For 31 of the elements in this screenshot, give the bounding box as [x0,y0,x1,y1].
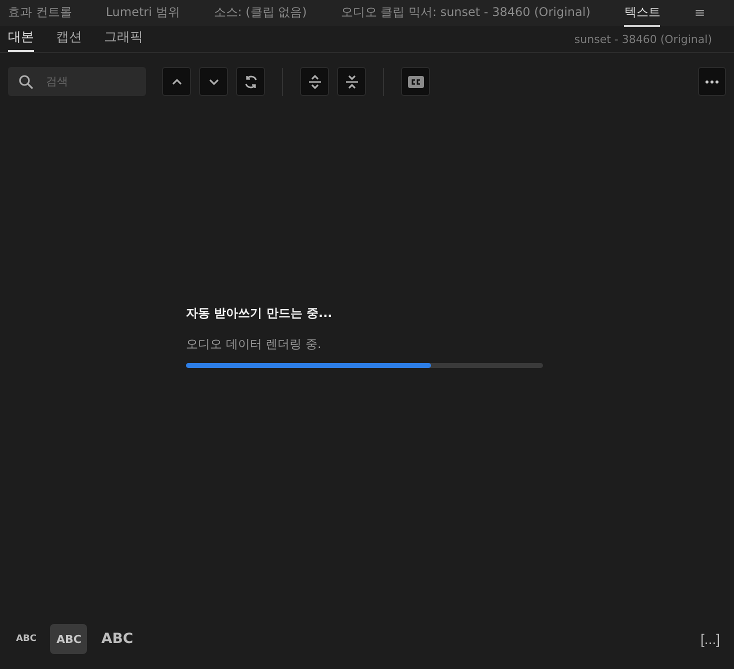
search-icon [18,74,34,90]
refresh-icon [242,74,258,90]
tab[interactable]: 캡션 [56,28,82,52]
expand-button[interactable] [300,67,329,96]
panel-tab[interactable]: 오디오 클립 믹서: sunset - 38460 (Original) [340,0,590,26]
refresh-button[interactable] [236,67,265,96]
text-size-button[interactable]: ABC [10,624,42,654]
bracket-button[interactable]: [...] [696,631,724,647]
progress-status: 오디오 데이터 렌더링 중. [186,336,322,353]
tab[interactable]: 그래픽 [104,28,143,52]
search-box[interactable]: 검색 [8,67,146,96]
panel-tab[interactable]: Lumetri 범위 [106,0,180,26]
more-icon [705,80,719,84]
up-button[interactable] [162,67,191,96]
cc-button[interactable] [401,67,430,96]
tab[interactable]: 대본 [8,28,34,52]
more-button[interactable] [698,67,726,96]
panel-tab[interactable]: 소스: (클립 없음) [214,0,307,26]
panel-menu[interactable]: ≡ [694,6,706,20]
closed-captions-icon [406,74,424,88]
collapse-icon [344,74,360,90]
collapse-button[interactable] [337,67,366,96]
panel-tab[interactable]: 효과 컨트롤 [8,0,72,26]
text-size-button[interactable]: ABC [95,624,140,654]
sequence-name: sunset - 38460 (Original) [574,33,713,48]
panel-tab[interactable]: 텍스트 [624,0,660,26]
progress-title: 자동 받아쓰기 만드는 중... [186,305,332,322]
search-input[interactable]: 검색 [44,74,128,88]
expand-icon [306,74,322,90]
down-button[interactable] [199,67,228,96]
text-size-button[interactable]: ABC [50,624,88,654]
